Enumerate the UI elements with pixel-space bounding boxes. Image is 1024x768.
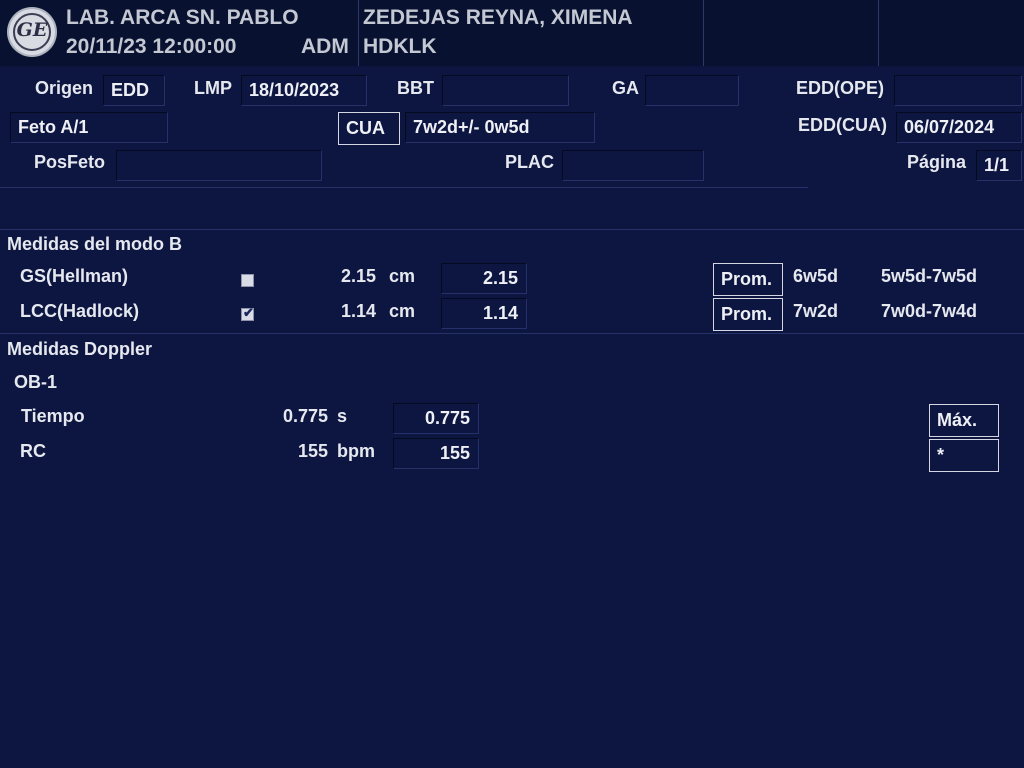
posfeto-field[interactable]	[116, 150, 322, 181]
measurement-unit: cm	[389, 301, 416, 321]
feto-field[interactable]: Feto A/1	[10, 112, 168, 143]
checkbox[interactable]: ✔	[241, 305, 254, 321]
pagina-field[interactable]: 1/1	[976, 150, 1022, 181]
measurement-field[interactable]: 0.775	[393, 403, 479, 434]
divider	[0, 229, 1024, 230]
plac-label: PLAC	[505, 152, 554, 172]
header-divider	[703, 0, 704, 66]
measurement-field[interactable]: 155	[393, 438, 479, 469]
measurement-value: 2.15	[341, 266, 377, 286]
ga-range: 7w0d-7w4d	[881, 301, 978, 321]
ga-field[interactable]	[645, 75, 739, 106]
cua-field[interactable]: 7w2d+/- 0w5d	[405, 112, 595, 143]
exam-datetime: 20/11/23 12:00:00	[66, 35, 237, 58]
institution-name: LAB. ARCA SN. PABLO	[66, 6, 299, 29]
doppler-subtitle: OB-1	[14, 372, 58, 392]
posfeto-label: PosFeto	[34, 152, 106, 172]
measurement-unit: s	[337, 406, 348, 426]
measurement-field[interactable]: 2.15	[441, 263, 527, 294]
divider	[0, 187, 808, 188]
cua-button[interactable]: CUA	[338, 112, 400, 145]
lmp-field[interactable]: 18/10/2023	[241, 75, 367, 106]
checkbox[interactable]	[241, 274, 254, 287]
measurement-value: 155	[297, 441, 328, 461]
measurement-name: GS(Hellman)	[20, 266, 129, 286]
measurement-name: RC	[20, 441, 46, 461]
patient-name: ZEDEJAS REYNA, XIMENA	[363, 6, 633, 29]
asterisk-button[interactable]: *	[929, 439, 999, 472]
edd-cua-label: EDD(CUA)	[798, 115, 887, 135]
ga-label: GA	[612, 78, 639, 98]
measurement-unit: bpm	[337, 441, 375, 461]
measurement-value: 0.775	[282, 406, 328, 426]
header-bar: GE LAB. ARCA SN. PABLO 20/11/23 12:00:00…	[0, 0, 1024, 66]
check-mark-icon: ✔	[243, 305, 254, 320]
logo-text: GE	[16, 19, 48, 41]
plac-field[interactable]	[562, 150, 704, 181]
measurement-name: Tiempo	[21, 406, 85, 426]
origen-label: Origen	[35, 78, 94, 98]
bbt-label: BBT	[397, 78, 434, 98]
divider	[0, 333, 1024, 334]
measurement-field[interactable]: 1.14	[441, 298, 527, 329]
header-divider	[878, 0, 879, 66]
ga-range: 5w5d-7w5d	[881, 266, 978, 286]
operator-id: ADM	[301, 35, 349, 58]
measurement-value: 1.14	[341, 301, 377, 321]
prom-button[interactable]: Prom.	[713, 298, 783, 331]
gestational-age: 6w5d	[793, 266, 839, 286]
measurement-unit: cm	[389, 266, 416, 286]
max-button[interactable]: Máx.	[929, 404, 999, 437]
edd-ope-field[interactable]	[894, 75, 1022, 106]
bmode-title: Medidas del modo B	[7, 234, 183, 254]
lmp-label: LMP	[194, 78, 232, 98]
gestational-age: 7w2d	[793, 301, 839, 321]
header-divider	[358, 0, 359, 66]
edd-cua-field[interactable]: 06/07/2024	[896, 112, 1022, 143]
patient-id: HDKLK	[363, 35, 437, 58]
doppler-title: Medidas Doppler	[7, 339, 153, 359]
origen-field[interactable]: EDD	[103, 75, 165, 106]
pagina-label: Página	[907, 152, 967, 172]
edd-ope-label: EDD(OPE)	[796, 78, 885, 98]
ge-logo-icon: GE	[9, 9, 55, 55]
prom-button[interactable]: Prom.	[713, 263, 783, 296]
measurement-name: LCC(Hadlock)	[20, 301, 140, 321]
bbt-field[interactable]	[442, 75, 569, 106]
